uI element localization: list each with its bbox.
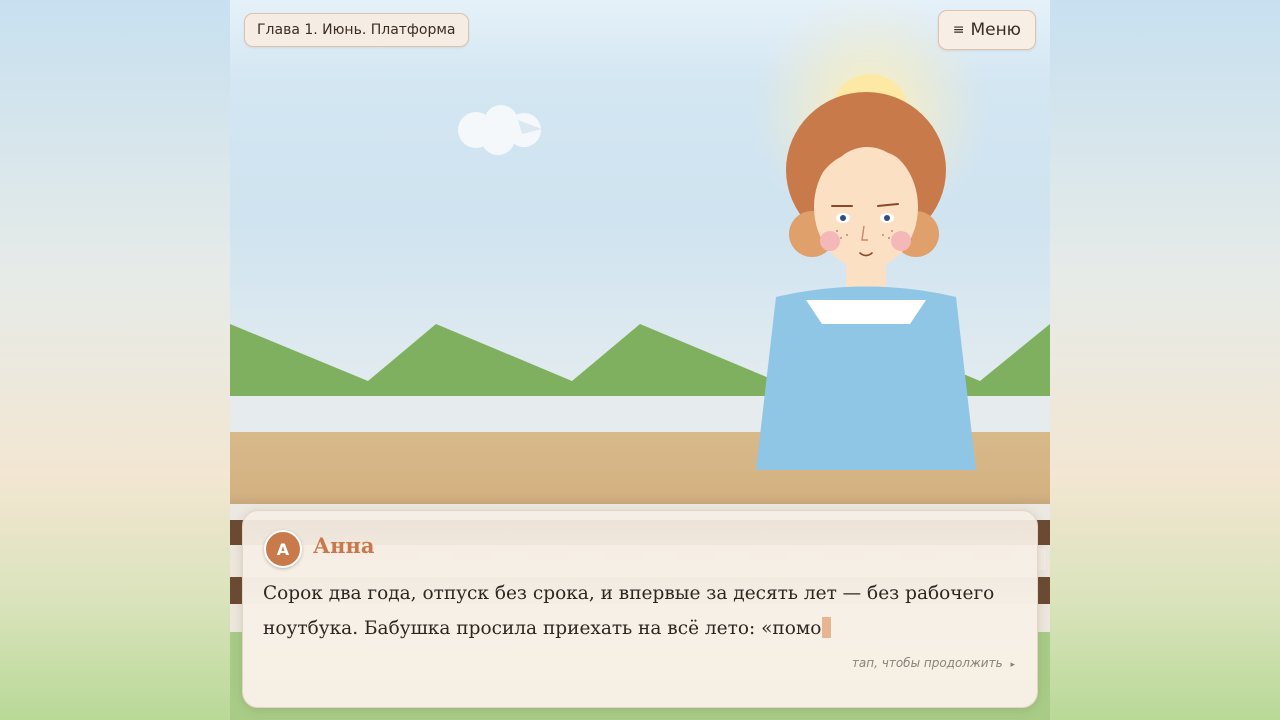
typing-caret xyxy=(822,617,832,638)
hamburger-menu-icon: ≡ xyxy=(952,22,965,38)
play-arrow-icon: ▸ xyxy=(1010,660,1015,670)
continue-hint-label: тап, чтобы продолжить xyxy=(851,656,1003,670)
dialogue-box[interactable]: А Анна Сорок два года, отпуск без срока,… xyxy=(242,510,1038,708)
menu-label: Меню xyxy=(970,20,1021,40)
dialogue-text: Сорок два года, отпуск без срока, и впер… xyxy=(263,583,995,639)
continue-hint[interactable]: тап, чтобы продолжить ▸ xyxy=(852,656,1015,670)
game-stage[interactable]: Глава 1. Июнь. Платформа ≡ Меню А Анна С… xyxy=(230,0,1050,720)
speaker-avatar: А xyxy=(264,530,302,568)
menu-button[interactable]: ≡ Меню xyxy=(937,10,1036,50)
chapter-label: Глава 1. Июнь. Платформа xyxy=(244,13,469,47)
speaker-name: Анна xyxy=(313,533,375,558)
dialogue-text-container: Сорок два года, отпуск без срока, и впер… xyxy=(263,576,1023,646)
